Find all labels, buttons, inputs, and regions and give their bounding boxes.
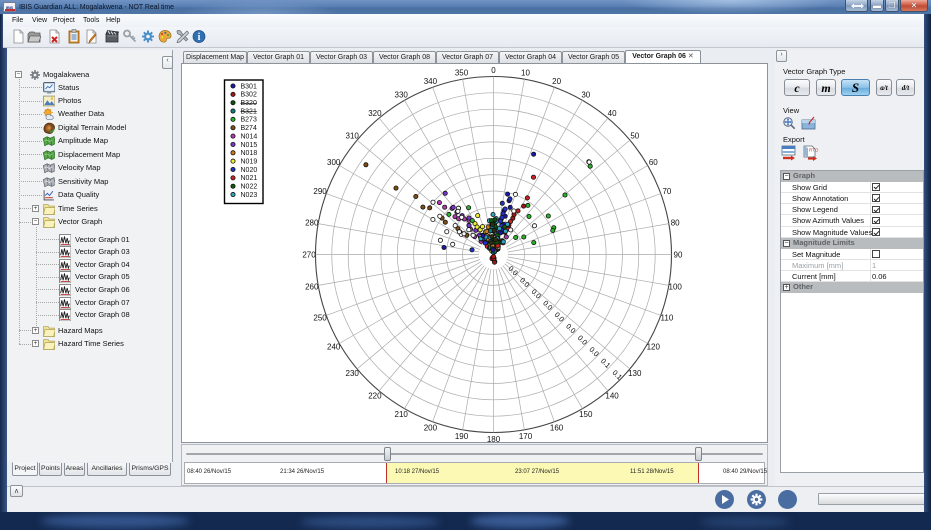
svg-text:150: 150 [579,410,593,419]
svg-text:20: 20 [552,77,561,86]
svg-text:180: 180 [487,435,501,444]
svg-text:N014: N014 [241,133,258,140]
svg-text:N015: N015 [241,142,258,149]
svg-text:70: 70 [662,187,671,196]
svg-text:N023: N023 [241,192,258,199]
svg-text:300: 300 [327,158,341,167]
svg-text:30: 30 [581,91,590,100]
svg-text:40: 40 [608,109,617,118]
svg-text:50: 50 [630,132,639,141]
svg-text:B302: B302 [241,92,257,99]
svg-text:N021: N021 [241,175,258,182]
svg-text:350: 350 [455,69,469,78]
svg-text:200: 200 [424,424,438,433]
svg-text:N020: N020 [241,167,258,174]
svg-text:220: 220 [368,392,382,401]
svg-text:110: 110 [661,313,674,322]
svg-text:340: 340 [424,77,438,86]
svg-text:N022: N022 [241,184,258,191]
svg-text:130: 130 [628,369,642,378]
svg-text:B320: B320 [241,100,257,107]
svg-text:170: 170 [519,432,533,441]
svg-text:N018: N018 [241,150,258,157]
svg-text:230: 230 [346,369,360,378]
svg-text:N019: N019 [241,158,258,165]
svg-text:0: 0 [491,66,496,75]
svg-text:100: 100 [669,282,683,291]
svg-text:i: i [198,32,201,43]
svg-text:0.0: 0.0 [576,333,589,346]
svg-text:0.0: 0.0 [518,276,531,289]
svg-text:120: 120 [647,343,661,352]
svg-text:B274: B274 [241,125,257,132]
svg-text:310: 310 [346,132,360,141]
svg-text:160: 160 [550,424,564,433]
svg-text:RTO: RTO [809,148,819,153]
svg-text:0.0: 0.0 [530,287,543,300]
svg-text:B301: B301 [241,83,257,90]
svg-text:0.0: 0.0 [553,310,566,323]
svg-text:90: 90 [674,250,683,259]
svg-text:0.0: 0.0 [587,345,600,358]
svg-text:290: 290 [313,187,327,196]
svg-text:270: 270 [302,250,316,259]
svg-text:250: 250 [313,313,327,322]
svg-text:140: 140 [605,392,619,401]
svg-text:10: 10 [521,69,530,78]
svg-text:0.1: 0.1 [611,368,624,381]
svg-text:80: 80 [671,218,680,227]
svg-text:330: 330 [395,91,409,100]
svg-text:0.0: 0.0 [541,299,554,312]
svg-text:210: 210 [395,410,409,419]
svg-text:240: 240 [327,343,341,352]
svg-text:260: 260 [305,282,319,291]
svg-text:B273: B273 [241,117,257,124]
svg-text:280: 280 [305,218,319,227]
svg-text:0.1: 0.1 [599,356,612,369]
svg-text:320: 320 [368,109,382,118]
svg-text:60: 60 [649,158,658,167]
svg-text:190: 190 [455,432,469,441]
svg-text:B321: B321 [241,108,257,115]
